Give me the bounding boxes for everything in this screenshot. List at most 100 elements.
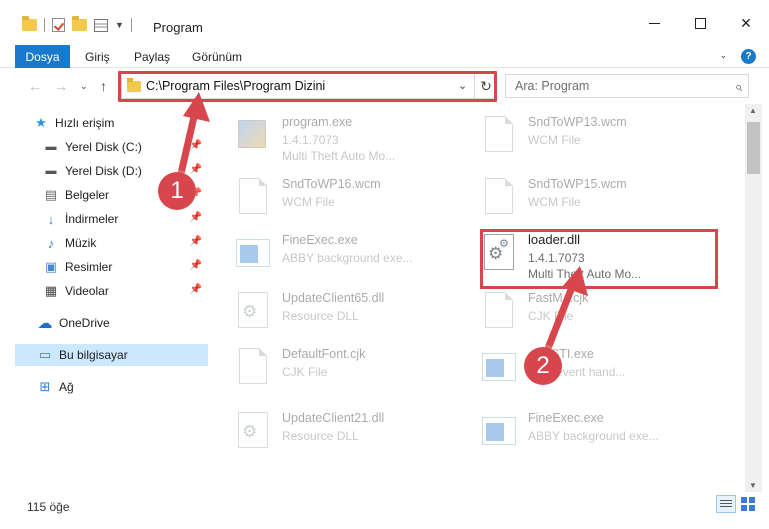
scroll-down-icon[interactable]: ▼: [749, 481, 757, 490]
tab-share[interactable]: Paylaş: [134, 50, 170, 64]
sidebar-item-onedrive[interactable]: ☁ OneDrive: [37, 312, 208, 334]
navigation-pane: ★ Hızlı erişim ▬ Yerel Disk (C:) 📌 ▬ Yer…: [0, 104, 210, 492]
file-name: FineExec.exe: [528, 411, 604, 425]
document-icon: [482, 292, 516, 332]
sidebar-item-label: Yerel Disk (C:): [65, 140, 142, 154]
file-description: Multi Theft Auto Mo...: [282, 149, 396, 163]
sidebar-item-local-disk-c[interactable]: ▬ Yerel Disk (C:) 📌: [43, 136, 208, 158]
tab-file[interactable]: Dosya: [15, 45, 70, 68]
file-type: WCM File: [282, 195, 335, 209]
pin-icon[interactable]: 📌: [190, 284, 202, 295]
minimize-button[interactable]: [631, 8, 677, 38]
star-icon: ★: [35, 115, 47, 130]
file-name: program.exe: [282, 115, 353, 129]
tab-home[interactable]: Giriş: [85, 50, 110, 64]
file-name: SndToWP16.wcm: [282, 177, 381, 191]
scrollbar-thumb[interactable]: [747, 122, 760, 174]
application-icon: [236, 234, 270, 274]
sidebar-item-label: Müzik: [65, 236, 97, 250]
vertical-scrollbar[interactable]: ▲ ▼: [745, 104, 762, 492]
expand-ribbon-icon[interactable]: ⌄: [719, 50, 727, 61]
file-item-sysystiexe[interactable]: ...sySTI.exe ...ick event hand...: [464, 336, 704, 392]
sidebar-item-label: Yerel Disk (D:): [65, 164, 142, 178]
sidebar-item-videos[interactable]: ▦ Videolar 📌: [43, 280, 208, 302]
file-item-fineexec-exe-2[interactable]: FineExec.exe ABBY background exe...: [464, 400, 704, 456]
file-item-defaultfont-cjk[interactable]: DefaultFont.cjk CJK File: [218, 336, 458, 392]
address-bar[interactable]: C:\Program Files\Program Dizini ⌄ ↻: [121, 73, 497, 99]
sidebar-item-pictures[interactable]: ▣ Resimler 📌: [43, 256, 208, 278]
dll-gear-icon: ⚙: [236, 412, 270, 452]
file-type: Resource DLL: [282, 309, 359, 323]
file-item-sndtowp15[interactable]: SndToWP15.wcm WCM File: [464, 166, 704, 222]
file-item-fineexec-exe[interactable]: FineExec.exe ABBY background exe...: [218, 222, 458, 278]
address-history-chevron-icon[interactable]: ⌄: [458, 79, 467, 92]
large-icons-view-icon[interactable]: [740, 496, 756, 512]
pin-icon[interactable]: 📌: [190, 236, 202, 247]
file-description: ABBY background exe...: [282, 251, 413, 265]
pin-icon[interactable]: 📌: [190, 212, 202, 223]
pin-icon[interactable]: 📌: [190, 260, 202, 271]
close-button[interactable]: ✕: [723, 8, 769, 38]
file-name: SndToWP15.wcm: [528, 177, 627, 191]
file-item-updateclient21[interactable]: ⚙ UpdateClient21.dll Resource DLL: [218, 400, 458, 456]
file-name: FineExec.exe: [282, 233, 358, 247]
forward-arrow-icon[interactable]: →: [54, 78, 68, 94]
executable-icon: [236, 116, 270, 156]
computer-icon: ▭: [38, 347, 52, 362]
document-icon: [482, 178, 516, 218]
file-item-fastm-cjk[interactable]: FastM...cjk CJK File: [464, 280, 704, 336]
file-type: WCM File: [528, 133, 581, 147]
sidebar-item-quick-access[interactable]: ★ Hızlı erişim: [33, 112, 208, 134]
file-name: loader.dll: [528, 232, 581, 247]
file-item-updateclient65[interactable]: ⚙ UpdateClient65.dll Resource DLL: [218, 280, 458, 336]
address-path[interactable]: C:\Program Files\Program Dizini: [146, 79, 325, 93]
file-type: CJK File: [528, 309, 574, 323]
file-list: program.exe 1.4.1.7073 Multi Theft Auto …: [218, 104, 743, 492]
chevron-down-icon[interactable]: ▼: [115, 20, 124, 30]
sidebar-item-label: Videolar: [65, 284, 109, 298]
item-count: 115 öğe: [27, 500, 70, 514]
search-placeholder: Ara: Program: [515, 79, 590, 93]
search-icon[interactable]: ⌕: [735, 79, 742, 95]
file-item-program-exe[interactable]: program.exe 1.4.1.7073 Multi Theft Auto …: [218, 104, 458, 163]
file-item-sndtowp16[interactable]: SndToWP16.wcm WCM File: [218, 166, 458, 222]
search-box[interactable]: Ara: Program ⌕: [505, 74, 749, 98]
sidebar-item-this-pc[interactable]: ▭ Bu bilgisayar: [15, 344, 208, 366]
recent-locations-chevron-icon[interactable]: ⌄: [80, 81, 88, 92]
sidebar-item-label: OneDrive: [59, 316, 110, 330]
sidebar-item-label: Hızlı erişim: [55, 116, 115, 130]
new-folder-icon[interactable]: [72, 16, 87, 31]
back-arrow-icon[interactable]: ←: [28, 78, 42, 94]
file-item-sndtowp13[interactable]: SndToWP13.wcm WCM File: [464, 104, 704, 160]
folder-icon[interactable]: [22, 16, 37, 31]
scroll-up-icon[interactable]: ▲: [749, 106, 757, 115]
dll-gear-icon: ⚙ ⚙: [482, 234, 516, 274]
file-type: WCM File: [528, 195, 581, 209]
quick-access-toolbar: ▼: [22, 16, 132, 32]
file-name: FastM...cjk: [528, 291, 589, 305]
sidebar-item-label: Resimler: [65, 260, 113, 274]
minimize-icon: [648, 22, 660, 24]
properties-check-icon[interactable]: [52, 18, 65, 32]
pin-icon[interactable]: 📌: [190, 140, 202, 151]
pin-icon[interactable]: 📌: [190, 164, 202, 175]
window-controls: ✕: [631, 8, 769, 38]
details-view-icon[interactable]: [716, 495, 736, 513]
document-icon: [236, 178, 270, 218]
up-arrow-icon[interactable]: ↑: [100, 78, 107, 94]
file-name: UpdateClient65.dll: [282, 291, 385, 305]
documents-icon: ▤: [44, 187, 58, 202]
file-item-loader-dll[interactable]: ⚙ ⚙ loader.dll 1.4.1.7073 Multi Theft Aut…: [464, 222, 704, 281]
refresh-icon[interactable]: ↻: [474, 74, 497, 98]
music-icon: ♪: [47, 235, 55, 251]
sidebar-item-music[interactable]: ♪ Müzik 📌: [43, 232, 208, 254]
maximize-button[interactable]: [677, 8, 723, 38]
sidebar-item-label: Bu bilgisayar: [59, 348, 128, 362]
help-icon[interactable]: ?: [741, 49, 756, 64]
window-title: Program: [153, 20, 203, 35]
sidebar-item-network[interactable]: ⊞ Ağ: [37, 376, 208, 398]
sidebar-item-label: Ağ: [59, 380, 74, 394]
sidebar-item-downloads[interactable]: ↓ İndirmeler 📌: [43, 208, 208, 230]
tab-view[interactable]: Görünüm: [192, 50, 242, 64]
properties-icon[interactable]: [94, 18, 108, 32]
